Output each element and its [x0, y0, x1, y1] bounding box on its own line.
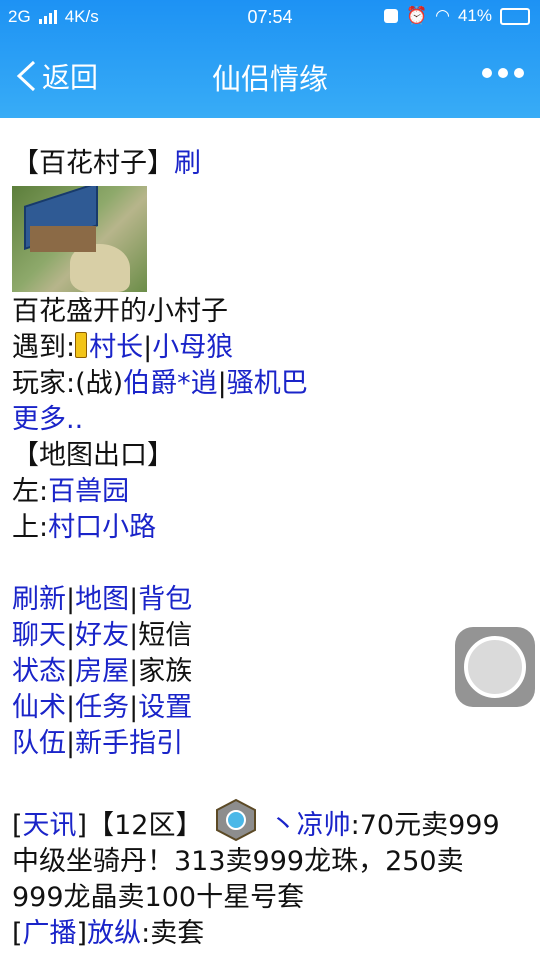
- players-line: 玩家:(战)伯爵*逍|骚机巴: [12, 368, 308, 399]
- menu-settings[interactable]: 设置: [138, 692, 192, 723]
- dot-icon: [482, 68, 492, 78]
- location-description: 百花盛开的小村子: [12, 296, 228, 327]
- rank-badge-icon: [216, 798, 257, 842]
- header-bar: 2G 4K/s 07:54 ⏰ ◠ 41% 返回 仙侣情缘: [0, 0, 540, 118]
- exits-title: 【地图出口】: [12, 440, 174, 471]
- news-user-link[interactable]: 丶凉帅: [270, 810, 351, 841]
- battery-icon: [500, 7, 530, 25]
- page-title: 仙侣情缘: [211, 62, 328, 96]
- news-line-1: [天讯]【12区】 丶凉帅:70元卖999: [12, 798, 532, 844]
- news-tag-broadcast[interactable]: 广播: [23, 918, 77, 949]
- npc-link-wolf[interactable]: 小母狼: [152, 332, 233, 363]
- menu-newbie-guide[interactable]: 新手指引: [75, 728, 183, 759]
- news-line-4: [广播]放纵:卖套: [12, 918, 205, 949]
- menu-house[interactable]: 房屋: [75, 656, 129, 687]
- player-link-2[interactable]: 骚机巴: [227, 368, 308, 399]
- menu-family[interactable]: 家族: [138, 656, 192, 687]
- menu-row: 状态|房屋|家族: [12, 656, 193, 687]
- menu-map[interactable]: 地图: [75, 584, 129, 615]
- game-content: 【百花村子】刷 百花盛开的小村子 遇到: 村长|小母狼 玩家:(战)伯爵*逍|骚机…: [12, 146, 532, 952]
- location-image: [12, 186, 147, 292]
- player-link-1[interactable]: 伯爵*逍: [123, 368, 218, 399]
- navigation-bar: 返回 仙侣情缘: [0, 34, 540, 118]
- news-tag-tianxun[interactable]: 天讯: [23, 810, 77, 841]
- more-players-link[interactable]: 更多..: [12, 404, 83, 435]
- floating-assistive-button[interactable]: [455, 627, 535, 707]
- menu-status[interactable]: 状态: [12, 656, 66, 687]
- circle-icon: [464, 636, 526, 698]
- menu-row: 刷新|地图|背包: [12, 584, 193, 615]
- menu-row: 仙术|任务|设置: [12, 692, 193, 723]
- refresh-link[interactable]: 刷: [174, 148, 201, 179]
- wifi-icon: ◠: [435, 6, 450, 25]
- news-user-link-2[interactable]: 放纵: [87, 918, 141, 949]
- npc-link-village-chief[interactable]: 村长: [89, 332, 143, 363]
- status-bar: 2G 4K/s 07:54 ⏰ ◠ 41%: [0, 0, 540, 34]
- menu-friends[interactable]: 好友: [75, 620, 129, 651]
- news-line-2: 中级坐骑丹！313卖999龙珠，250卖: [12, 846, 464, 877]
- encounter-line: 遇到: 村长|小母狼: [12, 332, 234, 363]
- exit-up-line: 上:村口小路: [12, 512, 157, 543]
- menu-chat[interactable]: 聊天: [12, 620, 66, 651]
- menu-team[interactable]: 队伍: [12, 728, 66, 759]
- location-title-line: 【百花村子】刷: [12, 146, 532, 182]
- menu-row: 聊天|好友|短信: [12, 620, 193, 651]
- exit-left-line: 左:百兽园: [12, 476, 130, 507]
- location-title: 【百花村子】: [12, 148, 174, 179]
- dot-icon: [514, 68, 524, 78]
- app-notification-icon: [383, 9, 398, 23]
- alarm-icon: ⏰: [405, 6, 428, 25]
- exit-left-link[interactable]: 百兽园: [48, 476, 129, 507]
- menu-refresh[interactable]: 刷新: [12, 584, 66, 615]
- menu-bag[interactable]: 背包: [138, 584, 192, 615]
- battery-level: 41%: [457, 6, 492, 25]
- news-line-3: 999龙晶卖100十星号套: [12, 882, 305, 913]
- exit-up-link[interactable]: 村口小路: [48, 512, 156, 543]
- more-options-button[interactable]: [482, 68, 524, 78]
- quest-exclamation-icon: [75, 332, 88, 358]
- menu-row: 队伍|新手指引: [12, 728, 184, 759]
- menu-messages[interactable]: 短信: [138, 620, 192, 651]
- dot-icon: [498, 68, 508, 78]
- menu-skills[interactable]: 仙术: [12, 692, 66, 723]
- menu-tasks[interactable]: 任务: [75, 692, 129, 723]
